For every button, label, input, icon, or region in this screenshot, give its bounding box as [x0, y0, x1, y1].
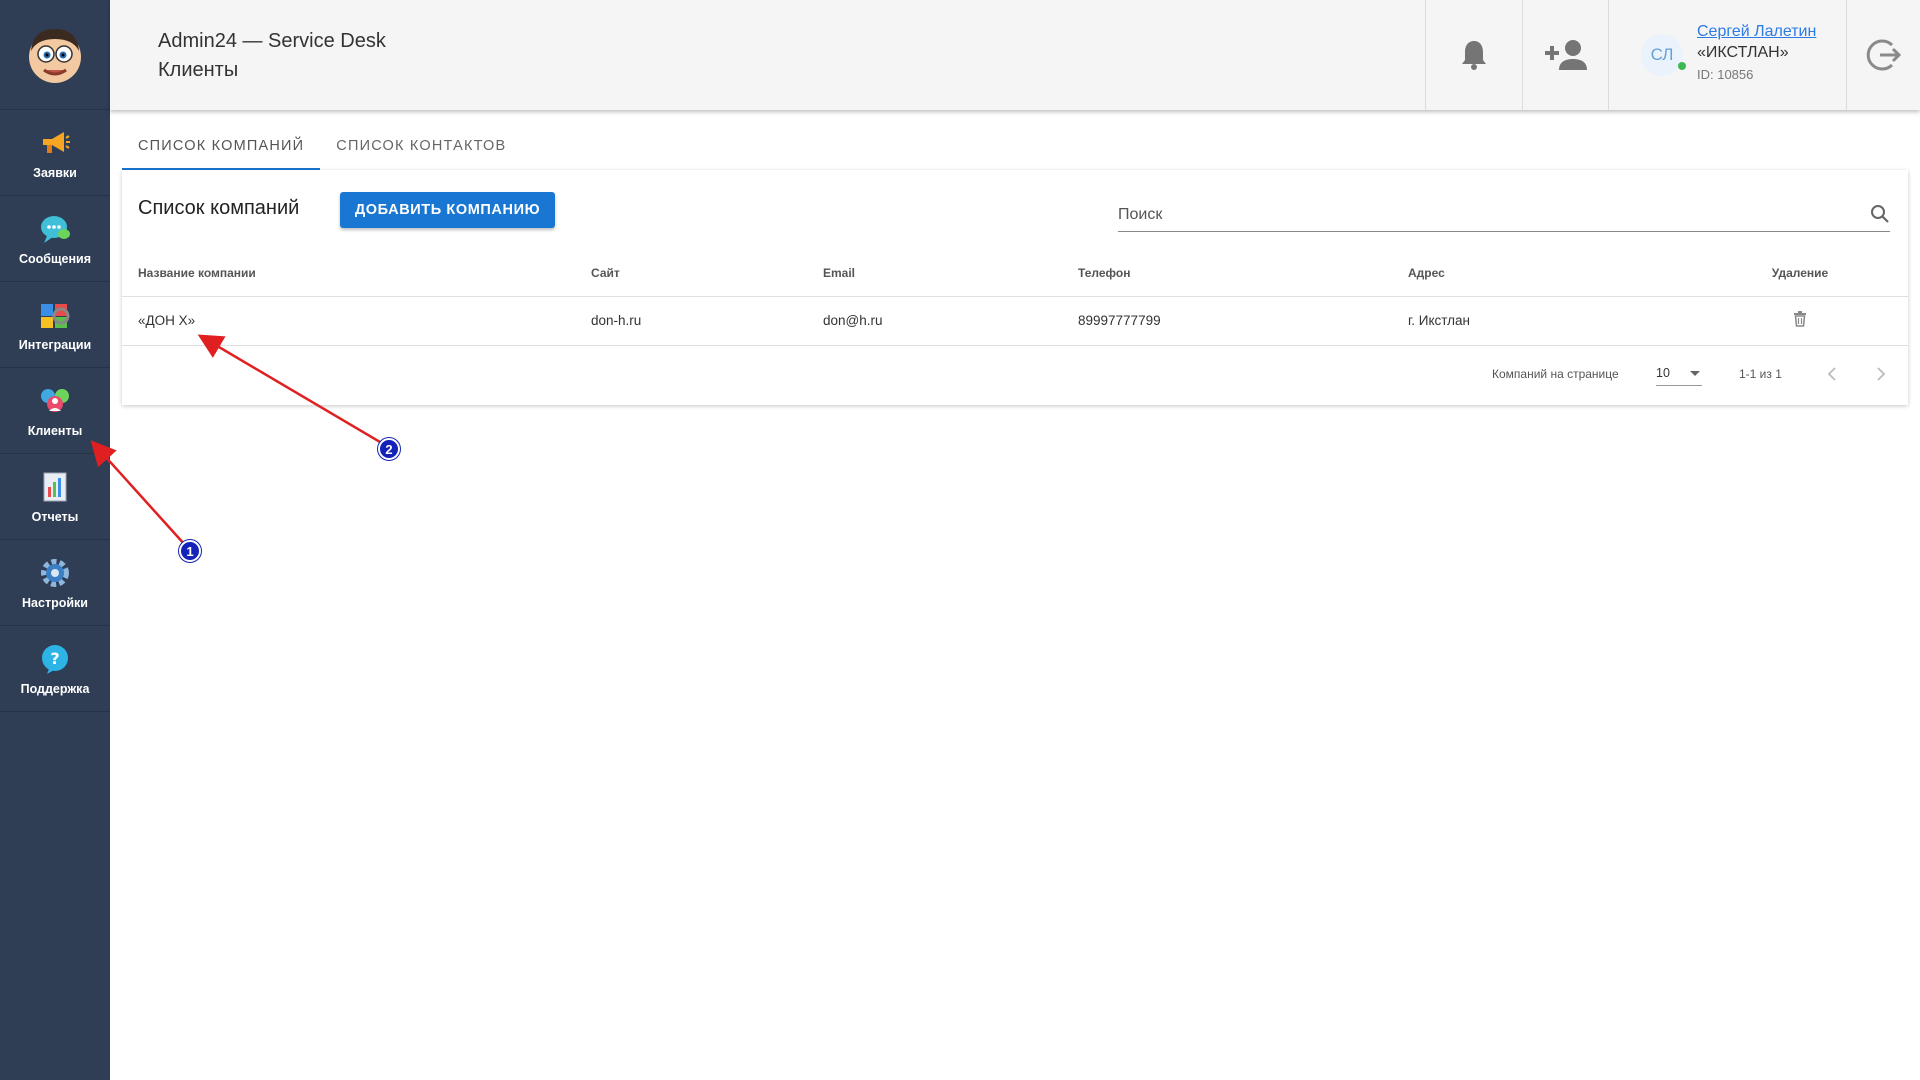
delete-cell [1692, 296, 1908, 346]
company-email-cell: don@h.ru [807, 296, 1062, 346]
chevron-right-icon [1877, 367, 1886, 381]
megaphone-icon [38, 126, 72, 160]
sidebar-item-settings[interactable]: Настройки [0, 540, 110, 626]
online-status-dot [1678, 62, 1686, 70]
chevron-down-icon [1690, 371, 1700, 376]
sidebar-item-label: Отчеты [31, 509, 79, 524]
annotation-badge-1: 1 [179, 540, 201, 562]
avatar[interactable]: СЛ [1641, 34, 1686, 76]
tab-contacts[interactable]: Список контактов [320, 128, 522, 170]
sidebar-item-label: Поддержка [20, 681, 90, 696]
page-title: Клиенты [158, 59, 239, 81]
column-header-site[interactable]: Сайт [575, 250, 807, 297]
puzzle-icon [38, 298, 72, 332]
user-name-link[interactable]: Сергей Лалетин [1697, 23, 1816, 41]
chat-bubble-icon [38, 212, 72, 246]
top-header: Admin24 — Service Desk Клиенты СЛ Сергей… [110, 0, 1920, 110]
app-title: Admin24 — Service Desk [158, 30, 386, 52]
column-header-email[interactable]: Email [807, 250, 1062, 297]
rows-per-page-select[interactable]: 10 [1656, 361, 1702, 386]
search-field [1118, 200, 1890, 232]
user-id: ID: 10856 [1697, 66, 1754, 82]
report-chart-icon [38, 470, 72, 504]
help-icon: ? [38, 642, 72, 676]
next-page-button[interactable] [1869, 362, 1893, 386]
column-header-address[interactable]: Адрес [1392, 250, 1692, 297]
sidebar-item-label: Интеграции [18, 337, 92, 352]
mascot-logo-icon [29, 28, 81, 83]
sidebar-item-support[interactable]: ? Поддержка [0, 626, 110, 712]
bell-icon [1462, 41, 1486, 70]
column-header-name[interactable]: Название компании [122, 250, 575, 297]
user-info: Сергей Лалетин «ИКСТЛАН» ID: 10856 [1697, 23, 1816, 82]
people-icon [38, 384, 72, 418]
user-profile: СЛ Сергей Лалетин «ИКСТЛАН» ID: 10856 [1608, 0, 1846, 110]
company-address-cell: г. Икстлан [1392, 296, 1692, 346]
companies-table: Название компании Сайт Email Телефон Адр… [122, 250, 1908, 346]
search-icon[interactable] [1870, 204, 1890, 229]
rows-per-page-label: Компаний на странице [1492, 367, 1619, 381]
rows-per-page-value: 10 [1656, 366, 1670, 380]
card-title: Список компаний [138, 197, 300, 219]
sidebar-item-label: Заявки [33, 165, 77, 180]
logout-icon [1866, 39, 1901, 71]
add-user-icon [1544, 40, 1587, 70]
column-header-phone[interactable]: Телефон [1062, 250, 1392, 297]
sidebar-item-reports[interactable]: Отчеты [0, 454, 110, 540]
pagination-range: 1-1 из 1 [1739, 367, 1782, 381]
annotation-badge-2: 2 [378, 438, 400, 460]
sidebar-item-label: Настройки [22, 595, 88, 610]
tab-companies[interactable]: Список компаний [122, 128, 321, 170]
add-contact-button[interactable] [1522, 0, 1608, 110]
chevron-left-icon [1827, 367, 1836, 381]
avatar-initials: СЛ [1650, 45, 1674, 64]
user-company: «ИКСТЛАН» [1697, 43, 1789, 61]
add-company-button[interactable]: Добавить компанию [340, 192, 555, 228]
sidebar-item-integrations[interactable]: Интеграции [0, 282, 110, 368]
app-logo[interactable] [0, 0, 110, 110]
table-header-row: Название компании Сайт Email Телефон Адр… [122, 250, 1908, 297]
prev-page-button[interactable] [1820, 362, 1844, 386]
trash-icon [1794, 311, 1806, 327]
sidebar: Заявки Сообщения Интеграции Клиенты Отче… [0, 0, 110, 1080]
delete-company-button[interactable] [1793, 311, 1807, 330]
sidebar-item-messages[interactable]: Сообщения [0, 196, 110, 282]
svg-text:?: ? [50, 649, 59, 668]
table-row[interactable]: «ДОН Х» don-h.ru don@h.ru 89997777799 г.… [122, 296, 1908, 346]
sidebar-item-requests[interactable]: Заявки [0, 110, 110, 196]
company-name-cell[interactable]: «ДОН Х» [122, 296, 575, 346]
sidebar-item-label: Сообщения [18, 251, 92, 266]
sidebar-item-clients[interactable]: Клиенты [0, 368, 110, 454]
company-site-cell: don-h.ru [575, 296, 807, 346]
logout-button[interactable] [1846, 0, 1920, 110]
gear-icon [38, 556, 72, 590]
notifications-button[interactable] [1425, 0, 1522, 110]
companies-card: Список компаний Добавить компанию Назван… [122, 170, 1908, 405]
sidebar-item-label: Клиенты [27, 423, 83, 438]
column-header-delete: Удаление [1692, 250, 1908, 297]
search-input[interactable] [1118, 200, 1858, 230]
company-phone-cell: 89997777799 [1062, 296, 1392, 346]
tab-bar: Список компаний Список контактов [122, 128, 522, 170]
